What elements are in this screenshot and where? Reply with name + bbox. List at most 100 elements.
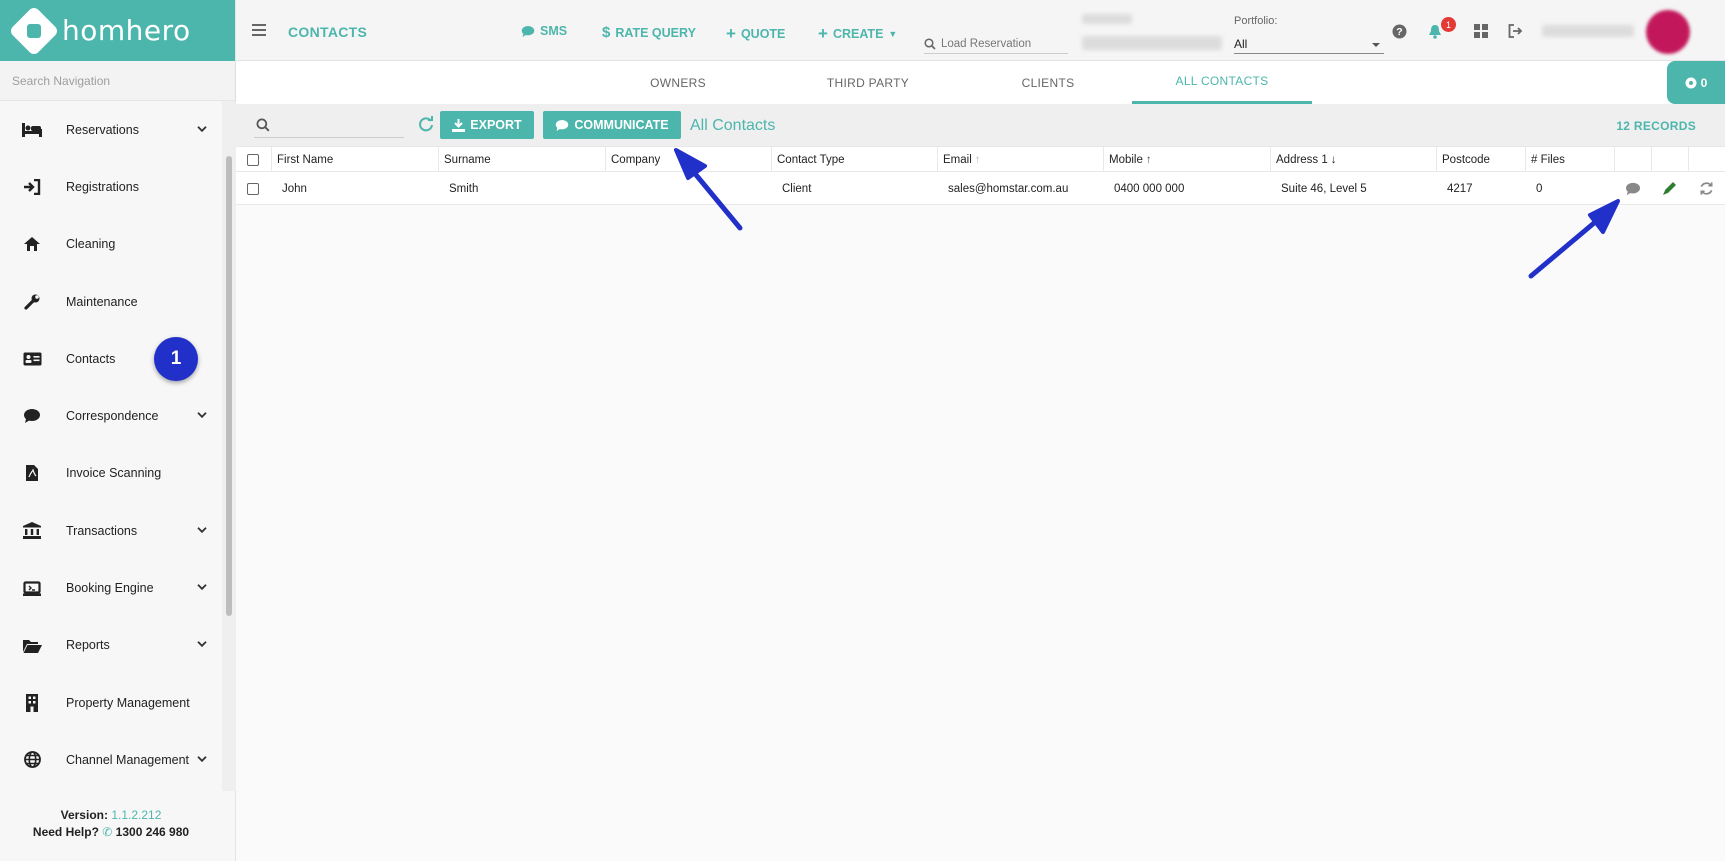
portfolio-select[interactable]: All bbox=[1234, 34, 1384, 54]
grid-apps-icon[interactable] bbox=[1472, 22, 1490, 40]
sidebar-item-transactions[interactable]: Transactions bbox=[0, 502, 222, 559]
column-mobile[interactable]: Mobile ↑ bbox=[1103, 147, 1270, 173]
column-action-2 bbox=[1651, 147, 1688, 173]
tab-third-party[interactable]: THIRD PARTY bbox=[778, 61, 958, 104]
list-title: All Contacts bbox=[690, 117, 776, 134]
sort-up-icon: ↑ bbox=[974, 154, 981, 166]
cell-contact-type: Client bbox=[782, 182, 812, 195]
sidebar-item-label: Cleaning bbox=[66, 237, 116, 252]
svg-text:?: ? bbox=[1396, 26, 1402, 38]
sidebar-scrollbar[interactable] bbox=[222, 101, 236, 791]
column-action-3 bbox=[1688, 147, 1725, 173]
column-company[interactable]: Company bbox=[605, 147, 771, 173]
help-label: Need Help? bbox=[32, 825, 99, 839]
sidebar-item-contacts[interactable]: Contacts 1 bbox=[0, 330, 222, 387]
communicate-button[interactable]: COMMUNICATE bbox=[543, 111, 681, 139]
contacts-search-input[interactable] bbox=[254, 112, 404, 138]
sidebar-item-label: Correspondence bbox=[66, 409, 159, 424]
cell-email: sales@homstar.com.au bbox=[948, 182, 1069, 195]
quote-button[interactable]: + QUOTE bbox=[726, 24, 785, 44]
globe-icon bbox=[22, 751, 42, 769]
sidebar-item-correspondence[interactable]: Correspondence bbox=[0, 387, 222, 444]
row-sync-icon[interactable] bbox=[1688, 172, 1725, 205]
sidebar-item-reservations[interactable]: Reservations bbox=[0, 101, 222, 158]
sync-icon bbox=[1700, 182, 1713, 195]
table-row[interactable]: John Smith Client sales@homstar.com.au 0… bbox=[236, 172, 1725, 205]
chevron-down-icon[interactable] bbox=[196, 753, 208, 765]
page-title: CONTACTS bbox=[288, 24, 368, 40]
column-address[interactable]: Address 1 ↓ bbox=[1270, 147, 1436, 173]
sidebar-item-cleaning[interactable]: Cleaning bbox=[0, 216, 222, 273]
portfolio-label: Portfolio: bbox=[1234, 15, 1278, 27]
chevron-down-icon[interactable] bbox=[196, 122, 208, 134]
tab-owners[interactable]: OWNERS bbox=[598, 61, 758, 104]
version-number: 1.1.2.212 bbox=[111, 808, 162, 822]
refresh-icon[interactable] bbox=[418, 116, 434, 132]
row-communicate-icon[interactable] bbox=[1614, 172, 1651, 205]
home-icon bbox=[22, 235, 42, 253]
sidebar-item-maintenance[interactable]: Maintenance bbox=[0, 273, 222, 330]
select-all-cell bbox=[236, 147, 271, 173]
export-label: EXPORT bbox=[470, 118, 522, 132]
column-email[interactable]: Email ↑ bbox=[937, 147, 1103, 173]
sidebar-item-reports[interactable]: Reports bbox=[0, 617, 222, 674]
sidebar-item-channel-management[interactable]: Channel Management bbox=[0, 731, 222, 788]
chevron-down-icon[interactable] bbox=[196, 638, 208, 650]
column-postcode[interactable]: Postcode bbox=[1436, 147, 1525, 173]
search-navigation-input[interactable]: Search Navigation bbox=[0, 61, 235, 101]
blurred-user-name bbox=[1542, 25, 1634, 37]
column-address-label: Address 1 bbox=[1276, 154, 1328, 166]
sms-button[interactable]: SMS bbox=[521, 24, 567, 38]
hamburger-menu-icon[interactable] bbox=[252, 24, 266, 36]
export-button[interactable]: EXPORT bbox=[440, 111, 534, 139]
phone-icon: ✆ bbox=[102, 825, 113, 839]
sidebar-item-booking-engine[interactable]: Booking Engine bbox=[0, 559, 222, 616]
sidebar-footer: Version: 1.1.2.212 Need Help? ✆ 1300 246… bbox=[0, 791, 222, 861]
logo-bar[interactable]: homhero bbox=[0, 0, 235, 61]
sms-label: SMS bbox=[540, 24, 568, 38]
help-phone-link[interactable]: 1300 246 980 bbox=[116, 825, 189, 839]
bed-icon bbox=[22, 121, 42, 139]
row-edit-icon[interactable] bbox=[1651, 172, 1688, 205]
sort-down-icon: ↓ bbox=[1330, 154, 1337, 166]
blurred-account-label bbox=[1082, 14, 1132, 24]
version-label: Version: bbox=[60, 808, 108, 822]
column-first-name[interactable]: First Name bbox=[271, 147, 438, 173]
sidebar-item-label: Channel Management bbox=[66, 752, 189, 767]
sidebar-item-label: Invoice Scanning bbox=[66, 466, 162, 481]
sidebar-scrollbar-thumb[interactable] bbox=[226, 156, 232, 616]
sidebar-item-registrations[interactable]: Registrations bbox=[0, 158, 222, 215]
blurred-account-select[interactable] bbox=[1082, 36, 1222, 50]
top-bar: CONTACTS SMS $ RATE QUERY + QUOTE + CREA… bbox=[236, 0, 1725, 61]
portfolio-value: All bbox=[1234, 37, 1248, 51]
row-checkbox[interactable] bbox=[247, 182, 259, 195]
tab-clients[interactable]: CLIENTS bbox=[958, 61, 1138, 104]
sidebar-item-label: Maintenance bbox=[66, 294, 138, 309]
column-contact-type[interactable]: Contact Type bbox=[771, 147, 937, 173]
select-all-checkbox[interactable] bbox=[247, 154, 259, 166]
laptop-icon bbox=[22, 579, 42, 597]
pdf-file-icon bbox=[22, 464, 42, 482]
chat-icon bbox=[556, 119, 569, 131]
chevron-down-icon[interactable] bbox=[196, 581, 208, 593]
sign-in-icon bbox=[22, 178, 42, 196]
sidebar-item-property-management[interactable]: Property Management bbox=[0, 674, 222, 731]
chevron-down-icon[interactable] bbox=[196, 524, 208, 536]
column-files[interactable]: # Files bbox=[1525, 147, 1614, 173]
create-button[interactable]: + CREATE ▼ bbox=[818, 24, 897, 44]
rate-query-label: RATE QUERY bbox=[615, 25, 696, 40]
load-reservation-input[interactable]: Load Reservation bbox=[924, 34, 1068, 54]
column-surname[interactable]: Surname bbox=[438, 147, 605, 173]
wrench-icon bbox=[22, 293, 42, 311]
contacts-toolbar: EXPORT COMMUNICATE All Contacts 12 RECOR… bbox=[236, 104, 1725, 146]
rate-query-button[interactable]: $ RATE QUERY bbox=[602, 24, 696, 41]
chevron-down-icon[interactable] bbox=[196, 409, 208, 421]
counter-pill[interactable]: 0 bbox=[1667, 61, 1725, 104]
logout-icon[interactable] bbox=[1506, 22, 1524, 40]
tab-all-contacts[interactable]: ALL CONTACTS bbox=[1132, 61, 1312, 104]
sidebar-item-invoice-scanning[interactable]: Invoice Scanning bbox=[0, 445, 222, 502]
folder-open-icon bbox=[22, 636, 42, 654]
help-icon[interactable]: ? bbox=[1390, 22, 1408, 40]
sidebar-nav: Reservations Registrations Cleaning Main… bbox=[0, 101, 222, 791]
avatar[interactable] bbox=[1646, 10, 1690, 54]
